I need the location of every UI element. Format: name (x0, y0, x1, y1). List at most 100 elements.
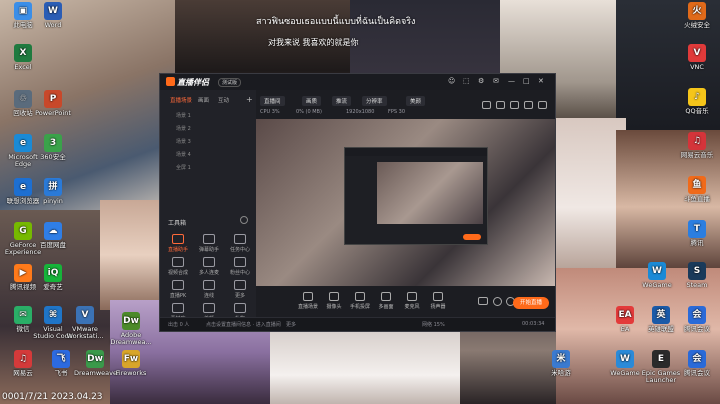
go-live-button[interactable]: 开始直播 (513, 297, 549, 309)
source-label: 手机投屏 (349, 304, 370, 310)
desktop-icon[interactable]: ☁ 百度网盘 (32, 222, 74, 249)
tool-button[interactable]: 任务中心 (227, 234, 253, 253)
home-icon[interactable] (482, 101, 491, 109)
tool-label: 多人连麦 (198, 270, 219, 276)
app-icon: Dw (122, 312, 140, 330)
source-button[interactable]: 摄像头 (322, 292, 346, 310)
desktop-icon-label: 腾讯会议 (684, 325, 710, 333)
app-icon: G (14, 222, 32, 240)
tool-label: 视频合成 (167, 270, 188, 276)
tool-button[interactable]: 更多 (227, 280, 253, 299)
tab-interact[interactable]: 互动 (218, 96, 229, 104)
eye-icon[interactable] (493, 297, 502, 306)
desktop-icon[interactable]: iQ 爱奇艺 (32, 264, 74, 291)
desktop-icon[interactable]: ♪ QQ音乐 (676, 88, 718, 115)
collapse-icon[interactable] (240, 216, 248, 224)
desktop-icon[interactable]: T 腾讯 (676, 220, 718, 247)
gift-icon[interactable] (510, 101, 519, 109)
scene-item[interactable]: 场景 2 (176, 125, 191, 132)
desktop-icon-label: 斗鱼直播 (684, 195, 710, 203)
tab-live-scene[interactable]: 直播场景 (170, 96, 192, 104)
message-icon[interactable]: ✉ (493, 77, 499, 85)
scene-item[interactable]: 场景 3 (176, 138, 191, 145)
desktop-icon[interactable]: 英英雄联盟 (640, 306, 682, 333)
maximize-button[interactable]: □ (523, 77, 530, 85)
shop-icon[interactable] (496, 101, 505, 109)
room-label[interactable]: 直播间 (260, 96, 285, 106)
source-button[interactable]: 直播场景 (296, 292, 320, 310)
app-icon: ♪ (688, 88, 706, 106)
tool-button[interactable]: 弹幕助手 (196, 234, 222, 253)
live-preview[interactable] (256, 119, 555, 286)
window-mode-icon[interactable]: ⬚ (463, 77, 470, 85)
close-button[interactable]: ✕ (538, 77, 544, 85)
window-titlebar[interactable]: 直播伴侣 测试版 ☺ ⬚ ⚙ ✉ — □ ✕ (160, 74, 555, 90)
desktop-icon[interactable]: 会腾讯会议 (676, 306, 718, 333)
app-icon: ▶ (14, 264, 32, 282)
tab-canvas[interactable]: 画面 (198, 96, 209, 104)
minimize-button[interactable]: — (508, 77, 515, 85)
tool-label: 更多 (234, 293, 245, 299)
beauty-chip[interactable]: 美颜 (406, 96, 426, 106)
source-button[interactable]: 手机投屏 (348, 292, 372, 310)
status-more[interactable]: 更多 (286, 321, 296, 328)
desktop-icon[interactable]: 米米哈游 (540, 350, 582, 377)
app-icon: iQ (44, 264, 62, 282)
desktop-icon[interactable]: 拼 pinyin (32, 178, 74, 205)
desktop-icon-label: 腾讯会议 (684, 369, 710, 377)
tool-button[interactable]: 直播PK (165, 280, 191, 299)
desktop-icon[interactable]: ♫ 网易云 (2, 350, 44, 377)
desktop-icon[interactable]: V VMware Workstati... (64, 306, 106, 340)
tool-button[interactable]: 直播助手 (165, 234, 191, 253)
source-button[interactable]: 麦克风 (400, 292, 424, 310)
tool-button[interactable]: 多人连麦 (196, 257, 222, 276)
wallpaper-caption-thai: สาวฟินซอบเธอแบบนี้แบบที่ฉันเป็นคิดจริง (256, 17, 416, 27)
scene-item[interactable]: 全屏 1 (176, 164, 191, 171)
settings-icon[interactable] (538, 101, 547, 109)
source-label: 直播场景 (297, 304, 318, 310)
source-button[interactable]: 多画面 (374, 292, 398, 310)
resolution-chip[interactable]: 分辨率 (362, 96, 387, 106)
desktop-icon[interactable]: 会腾讯会议 (676, 350, 718, 377)
desktop-icon[interactable]: P PowerPoint (32, 90, 74, 117)
desktop-icon[interactable]: Fw Fireworks (110, 350, 152, 377)
app-icon: Fw (122, 350, 140, 368)
add-scene-button[interactable]: + (246, 95, 253, 104)
source-button[interactable]: 扬声器 (426, 292, 450, 310)
tool-button[interactable]: 视频合成 (165, 257, 191, 276)
desktop-icon[interactable]: X Excel (2, 44, 44, 71)
scene-item[interactable]: 场景 1 (176, 112, 191, 119)
status-hint[interactable]: 点击设置直播间信息 · 进入直播间 (206, 321, 281, 328)
desktop-icon[interactable]: S Steam (676, 262, 718, 289)
scene-item[interactable]: 场景 4 (176, 151, 191, 158)
camera-icon[interactable] (478, 297, 488, 305)
avatar-icon[interactable]: ☺ (448, 77, 455, 85)
app-logo-text: 直播伴侣 (177, 78, 209, 87)
tool-button[interactable]: 连线 (196, 280, 222, 299)
tool-button[interactable]: 粉丝中心 (227, 257, 253, 276)
tool-label: 直播PK (169, 293, 187, 299)
app-icon: V (76, 306, 94, 324)
desktop-icon[interactable]: V VNC (676, 44, 718, 71)
source-icon (381, 292, 391, 301)
source-icon (329, 292, 339, 301)
settings-icon[interactable]: ⚙ (478, 77, 484, 85)
desktop-icon[interactable]: W WeGame (636, 262, 678, 289)
live-companion-window[interactable]: 直播伴侣 测试版 ☺ ⬚ ⚙ ✉ — □ ✕ 直播场景 画面 互动 + 场景 1 场景 2 场景… (159, 73, 556, 332)
desktop-icon-label: 爱奇艺 (43, 283, 63, 291)
desktop-icon[interactable]: 飞飞书 (40, 350, 82, 377)
app-icon: T (688, 220, 706, 238)
tool-icon (234, 280, 246, 290)
desktop-icon[interactable]: Dw Adobe Dreamwea... (110, 312, 152, 346)
desktop-icon[interactable]: 鱼斗鱼直播 (676, 176, 718, 203)
chat-icon[interactable] (524, 101, 533, 109)
stream-chip[interactable]: 推流 (332, 96, 352, 106)
status-network: 网络 15% (422, 322, 445, 328)
desktop-icon[interactable]: W Word (32, 2, 74, 29)
quality-chip[interactable]: 画质 (302, 96, 322, 106)
desktop-icon[interactable]: ♫ 网易云音乐 (676, 132, 718, 159)
desktop-icon[interactable]: 3 360安全 (32, 134, 74, 161)
bottom-toolbar: 直播场景 摄像头 手机投屏 多画面 麦克风 扬声器 开始直播 (256, 286, 555, 320)
wallpaper-photo (100, 200, 160, 310)
desktop-icon[interactable]: 火火绒安全 (676, 2, 718, 29)
